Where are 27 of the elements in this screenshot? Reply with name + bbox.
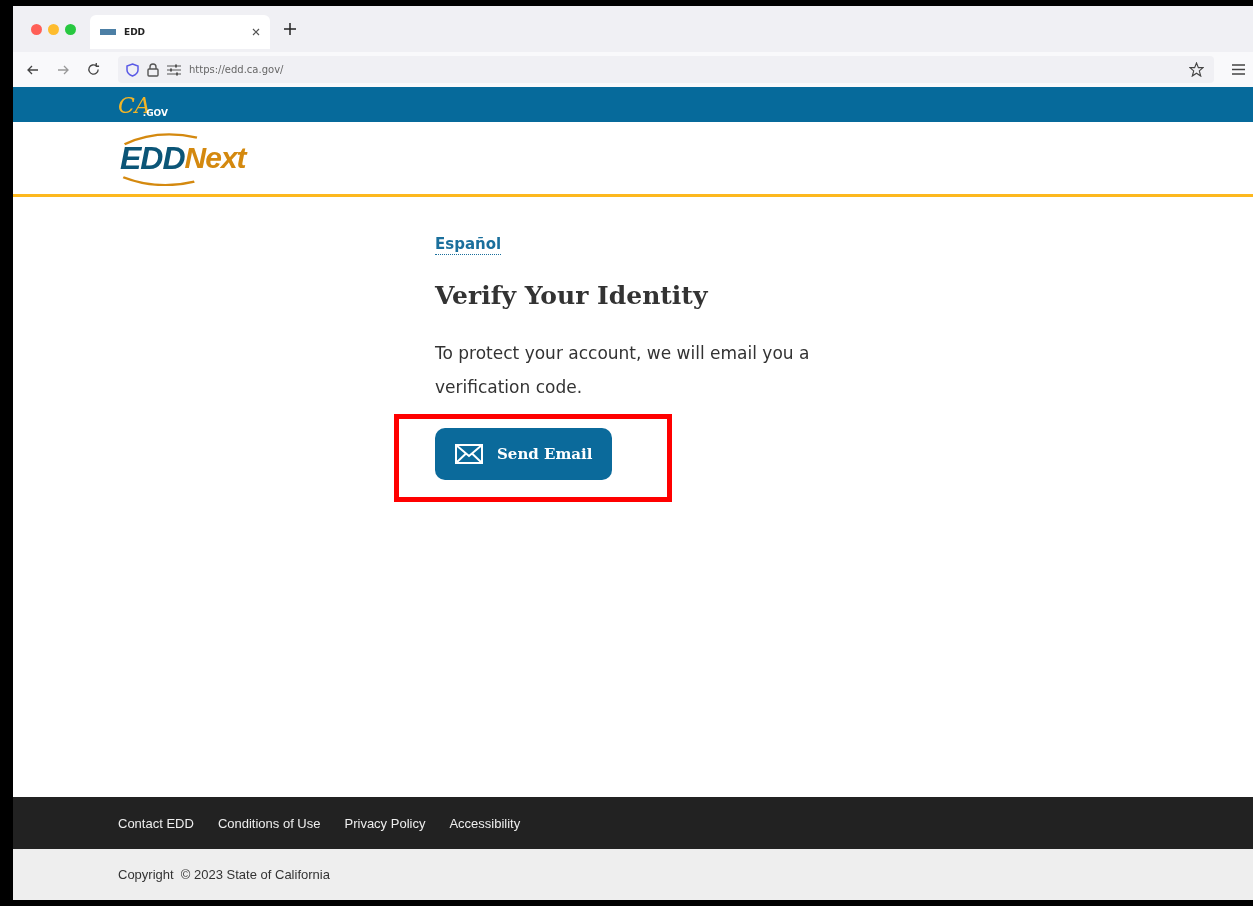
new-tab-icon[interactable] (284, 23, 296, 35)
send-email-button[interactable]: Send Email (435, 428, 613, 480)
back-arrow-icon[interactable] (27, 64, 39, 75)
copyright-text: Copyright © 2023 State of California (118, 867, 330, 882)
forward-arrow-icon[interactable] (57, 64, 69, 75)
url-text: https://edd.ca.gov/ (189, 64, 285, 75)
ca-gov-logo[interactable]: CA.GOV (118, 90, 168, 119)
settings-sliders-icon (167, 63, 181, 76)
message-text: To protect your account, we will email you a verification code. (435, 342, 811, 399)
language-link[interactable]: Español (435, 235, 502, 255)
footer-link[interactable]: Accessibility (449, 815, 521, 831)
edd-next-logo[interactable]: EDDNext (118, 130, 250, 186)
footer-link[interactable]: Contact EDD (118, 815, 194, 831)
footer-link[interactable]: Conditions of Use (217, 815, 321, 831)
reload-icon[interactable] (87, 63, 100, 76)
shield-icon (126, 62, 139, 77)
close-tab-icon[interactable] (252, 28, 260, 36)
close-window-icon[interactable] (31, 23, 42, 35)
footer-link[interactable]: Privacy Policy (344, 815, 426, 831)
menu-icon[interactable] (1232, 64, 1245, 75)
envelope-icon (455, 444, 483, 464)
browser-tab[interactable]: EDD (90, 15, 270, 49)
favicon-icon (100, 28, 116, 36)
bookmark-star-icon[interactable] (1189, 62, 1204, 77)
lock-icon (147, 62, 159, 77)
page-heading: Verify Your Identity (435, 281, 708, 310)
address-bar[interactable]: https://edd.ca.gov/ (118, 56, 1214, 83)
